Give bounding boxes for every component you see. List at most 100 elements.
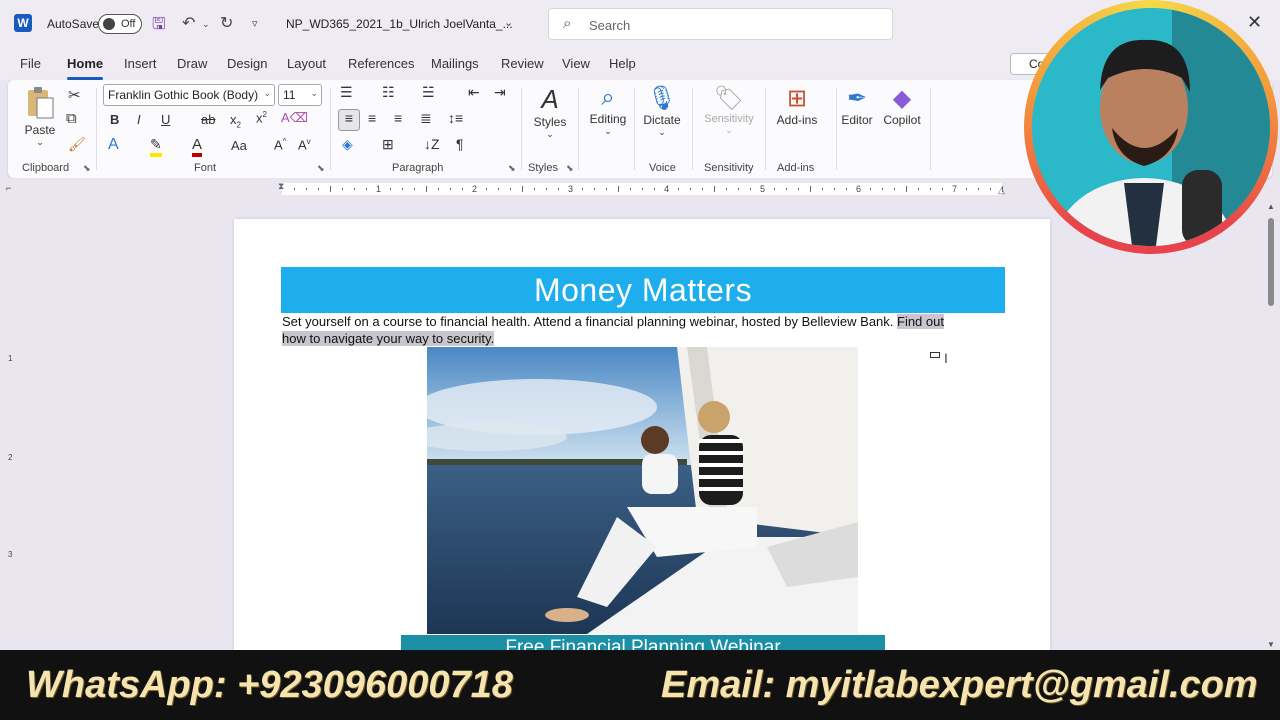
shading-icon[interactable]: ◈	[342, 136, 353, 153]
paragraph-launcher-icon[interactable]: ⬊	[508, 163, 516, 174]
customize-qat-icon[interactable]: ▿	[252, 17, 258, 30]
ruler-tick	[942, 188, 943, 190]
highlight-icon[interactable]: ✎	[150, 136, 162, 157]
sailboat-photo-image	[427, 347, 858, 634]
scroll-thumb[interactable]	[1268, 218, 1274, 306]
tab-review[interactable]: Review	[501, 56, 544, 71]
save-icon[interactable]: 🖫	[152, 13, 166, 40]
scroll-up-icon[interactable]: ▲	[1267, 202, 1275, 211]
tab-file[interactable]: File	[20, 56, 41, 71]
vertical-ruler[interactable]: 1 2 3	[4, 270, 18, 650]
multilevel-list-icon[interactable]: ☱	[422, 84, 435, 101]
increase-indent-icon[interactable]: ⇥	[494, 84, 506, 101]
money-matters-banner[interactable]: Money Matters	[281, 267, 1005, 313]
sensitivity-label: Sensitivity	[704, 113, 754, 125]
editor-button[interactable]: ✒ Editor	[840, 84, 874, 127]
addins-button[interactable]: ⊞ Add-ins	[772, 84, 822, 127]
ruler-tick	[606, 188, 607, 190]
change-case-icon[interactable]: Aa	[231, 138, 247, 153]
align-right-icon[interactable]: ≡	[394, 110, 402, 126]
tab-help[interactable]: Help	[609, 56, 636, 71]
font-size-select[interactable]: 11 ⌄	[278, 84, 322, 106]
format-painter-icon[interactable]: 🖌	[68, 136, 86, 153]
decrease-indent-icon[interactable]: ⇤	[468, 84, 480, 101]
tab-mailings[interactable]: Mailings	[431, 56, 479, 71]
sort-icon[interactable]: ↓Z	[424, 136, 440, 152]
strikethrough-icon[interactable]: ab	[201, 112, 215, 127]
grow-font-icon[interactable]: A^	[274, 137, 286, 152]
scroll-down-icon[interactable]: ▼	[1267, 640, 1275, 649]
subscript-icon[interactable]: x2	[230, 112, 241, 130]
tab-references[interactable]: References	[348, 56, 414, 71]
copy-icon[interactable]: ⧉	[66, 110, 77, 127]
tab-selector-icon[interactable]: ⌐	[6, 183, 11, 193]
numbering-icon[interactable]: ☷	[382, 84, 395, 101]
bullets-icon[interactable]: ☰	[340, 84, 353, 101]
tab-insert[interactable]: Insert	[124, 56, 157, 71]
close-icon[interactable]: ✕	[1247, 12, 1262, 33]
tab-draw[interactable]: Draw	[177, 56, 207, 71]
toggle-knob	[103, 18, 115, 30]
sensitivity-button[interactable]: 🏷 Sensitivity ⌄	[698, 84, 760, 136]
tab-home[interactable]: Home	[67, 56, 103, 71]
left-indent-marker-icon[interactable]: ⧗	[278, 181, 284, 192]
borders-icon[interactable]: ⊞	[382, 136, 394, 153]
cut-icon[interactable]: ✂	[68, 86, 81, 104]
undo-icon[interactable]: ↶	[182, 13, 195, 33]
sailboat-photo[interactable]	[427, 347, 858, 634]
ruler-number: 5	[760, 184, 766, 194]
align-left-icon[interactable]: ≡	[338, 109, 360, 131]
document-title[interactable]: NP_WD365_2021_1b_Ulrich JoelVanta_...	[286, 17, 513, 31]
line-spacing-icon[interactable]: ↕≡	[448, 110, 463, 126]
align-center-icon[interactable]: ≡	[368, 110, 376, 126]
cursor-chip-icon	[930, 352, 940, 358]
separator	[930, 88, 931, 170]
separator	[765, 88, 766, 170]
font-name-select[interactable]: Franklin Gothic Book (Body) ⌄	[103, 84, 275, 106]
italic-icon[interactable]: I	[137, 112, 141, 127]
ruler-number: 1	[376, 184, 382, 194]
editing-button[interactable]: ⌕ Editing ⌄	[584, 84, 632, 137]
webinar-title-bar[interactable]: Free Financial Planning Webinar	[401, 635, 885, 651]
chevron-down-icon: ⌄	[658, 127, 666, 137]
clear-formatting-icon[interactable]: A⌫	[281, 110, 308, 126]
paste-label: Paste	[24, 123, 56, 137]
font-color-icon[interactable]: A	[192, 136, 203, 157]
body-paragraph[interactable]: Set yourself on a course to financial he…	[282, 313, 1004, 347]
vertical-scrollbar[interactable]: ▲ ▼	[1266, 200, 1276, 650]
ruler-tick	[510, 188, 511, 190]
redo-icon[interactable]: ↻	[220, 13, 233, 33]
styles-button[interactable]: A Styles ⌄	[530, 84, 570, 140]
addins-icon: ⊞	[786, 85, 808, 112]
undo-dropdown-icon[interactable]: ⌄	[202, 19, 210, 30]
styles-launcher-icon[interactable]: ⬊	[566, 163, 574, 174]
ruler-tick	[462, 188, 463, 190]
paste-button[interactable]: Paste ⌄	[22, 86, 58, 148]
shrink-font-icon[interactable]: Av	[298, 137, 311, 152]
title-chevron-icon[interactable]: ⌄	[504, 16, 513, 29]
ruler-tick	[498, 188, 499, 190]
tab-view[interactable]: View	[562, 56, 590, 71]
font-launcher-icon[interactable]: ⬊	[317, 163, 325, 174]
clipboard-launcher-icon[interactable]: ⬊	[83, 163, 91, 174]
text-effects-icon[interactable]: A	[108, 136, 119, 154]
tab-design[interactable]: Design	[227, 56, 267, 71]
bold-icon[interactable]: B	[110, 112, 119, 127]
right-indent-marker-icon[interactable]: △	[998, 185, 1005, 196]
tab-layout[interactable]: Layout	[287, 56, 326, 71]
ruler-tick	[450, 188, 451, 190]
copilot-button[interactable]: ◆ Copilot	[882, 84, 922, 127]
ruler-strip[interactable]: 1 2 3 4 5 6 7 ⧗ △	[234, 181, 1050, 196]
search-input[interactable]: ⌕ Search	[548, 8, 893, 40]
dictate-button[interactable]: 🎙 Dictate ⌄	[640, 84, 684, 138]
show-formatting-icon[interactable]: ¶	[456, 136, 464, 152]
underline-icon[interactable]: U	[161, 112, 170, 127]
superscript-icon[interactable]: x2	[256, 110, 267, 125]
autosave-label: AutoSave	[47, 17, 100, 31]
ruler-tick	[318, 188, 319, 190]
autosave-toggle[interactable]: Off	[98, 14, 142, 34]
ruler-number: 2	[472, 184, 478, 194]
chevron-down-icon: ⌄	[725, 125, 733, 135]
ruler-tick	[438, 188, 439, 190]
justify-icon[interactable]: ≣	[420, 110, 432, 127]
